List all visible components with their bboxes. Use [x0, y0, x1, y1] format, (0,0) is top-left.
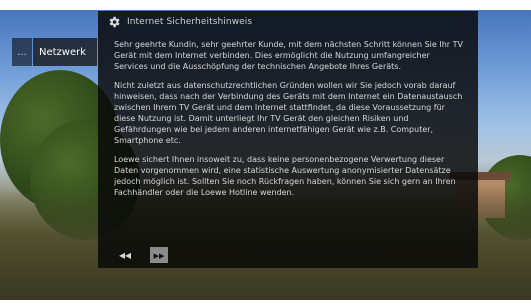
top-frame [0, 0, 531, 10]
dialog-content: Sehr geehrte Kundin, sehr geehrter Kunde… [114, 39, 466, 206]
menu-left-symbol: ... [17, 46, 27, 58]
internet-security-dialog: Internet Sicherheitshinweis Sehr geehrte… [98, 11, 478, 268]
bottom-frame [0, 300, 531, 308]
nav-item-label: Netzwerk [39, 46, 87, 58]
back-button[interactable]: ◂◂ [116, 247, 134, 263]
dialog-title: Internet Sicherheitshinweis [127, 17, 253, 27]
dialog-footer: ◂◂ ▸▸ [98, 242, 478, 268]
paragraph-3: Loewe sichert Ihnen insoweit zu, dass ke… [114, 155, 456, 197]
paragraph-2: Nicht zuletzt aus datenschutzrechtlichen… [114, 81, 463, 145]
menu-left-indicator[interactable]: ... [12, 38, 32, 66]
paragraph-1: Sehr geehrte Kundin, sehr geehrter Kunde… [114, 40, 463, 71]
back-icon: ◂◂ [118, 248, 132, 262]
next-button[interactable]: ▸▸ [150, 247, 168, 263]
dialog-title-bar: Internet Sicherheitshinweis [98, 11, 478, 33]
next-icon: ▸▸ [153, 248, 165, 262]
gear-icon [107, 15, 121, 29]
nav-item-netzwerk[interactable]: Netzwerk [33, 38, 97, 66]
